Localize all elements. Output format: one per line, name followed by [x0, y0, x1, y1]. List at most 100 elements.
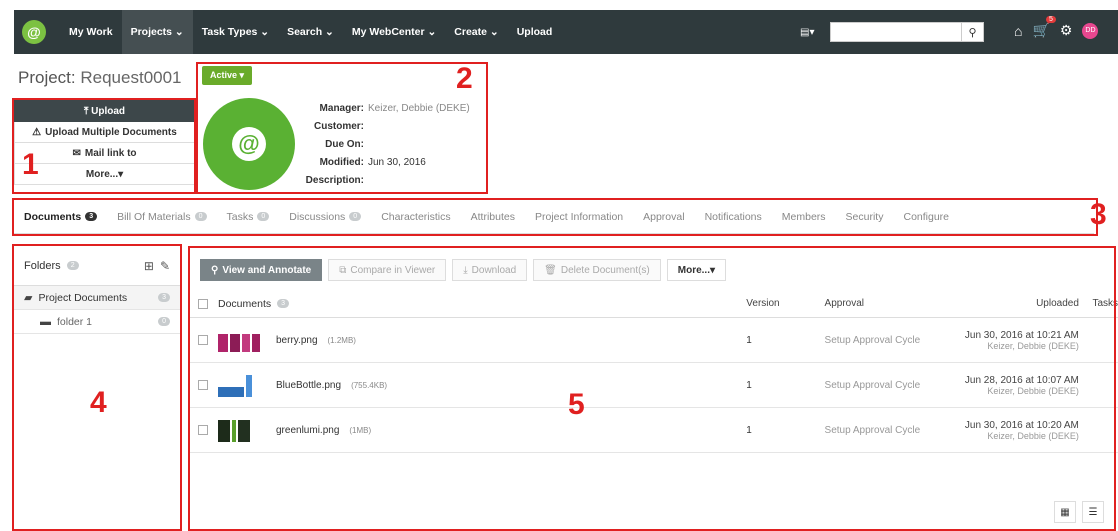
document-thumbnail[interactable] [218, 373, 262, 397]
search-button[interactable]: ⚲ [962, 22, 984, 42]
document-version: 1 [746, 379, 752, 391]
document-size: (1.2MB) [327, 335, 356, 345]
uploaded-by: Keizer, Debbie (DEKE) [987, 430, 1079, 441]
download-label: Download [471, 264, 517, 276]
tab-configure[interactable]: Configure [903, 211, 949, 223]
search-type-dropdown[interactable]: ▤▾ [800, 22, 830, 42]
new-folder-icon[interactable]: ⊞ [144, 259, 154, 273]
tab-security[interactable]: Security [846, 211, 884, 223]
home-icon[interactable]: ⌂ [1014, 23, 1022, 39]
tab-notifications[interactable]: Notifications [705, 211, 762, 223]
nav-projects[interactable]: Projects ⌄ [121, 10, 193, 54]
folder-folder-1[interactable]: ▬ folder 1 0 [14, 310, 180, 334]
manager-label: Manager: [319, 103, 364, 114]
tab-discussions[interactable]: Discussions 0 [289, 211, 362, 223]
documents-header[interactable]: Documents [218, 298, 271, 310]
tab-project-information[interactable]: Project Information [535, 211, 623, 223]
compare-label: Compare in Viewer [350, 264, 436, 276]
tab-characteristics[interactable]: Characteristics [381, 211, 450, 223]
tasks-header[interactable]: Tasks [1079, 298, 1118, 309]
wrench-icon[interactable]: ✎ [160, 259, 170, 273]
more-button[interactable]: More...▾ [666, 259, 727, 281]
setup-approval-link[interactable]: Setup Approval Cycle [825, 335, 933, 346]
status-dropdown[interactable]: Active ▾ [202, 66, 253, 85]
page-title: Project: Request0001 [18, 68, 182, 88]
tab-bill-of-materials[interactable]: Bill Of Materials 0 [117, 210, 207, 223]
tab-tasks[interactable]: Tasks 0 [227, 211, 270, 223]
approval-header[interactable]: Approval [825, 298, 933, 309]
upload-multiple-button[interactable]: ⚠ Upload Multiple Documents [14, 122, 195, 143]
nav-search[interactable]: Search ⌄ [278, 10, 343, 54]
tab-documents[interactable]: Documents 3 [24, 210, 98, 223]
more-actions-button[interactable]: More...▾ [14, 164, 195, 185]
nav-my-webcenter[interactable]: My WebCenter ⌄ [343, 10, 445, 54]
row-checkbox[interactable] [198, 425, 208, 435]
setup-approval-link[interactable]: Setup Approval Cycle [825, 425, 933, 436]
upload-button[interactable]: ⤒ Upload [14, 100, 195, 122]
folder-count: 3 [158, 293, 170, 302]
setup-approval-link[interactable]: Setup Approval Cycle [825, 380, 933, 391]
table-row[interactable]: berry.png (1.2MB) 1 Setup Approval Cycle… [190, 318, 1118, 363]
folder-icon: ▬ [40, 315, 51, 328]
view-annotate-button[interactable]: ⚲ View and Annotate [200, 259, 323, 281]
folder-count: 0 [158, 317, 170, 326]
folder-open-icon: ▰ [24, 292, 33, 304]
gear-icon[interactable]: ⚙ [1060, 22, 1073, 39]
nav-my-work[interactable]: My Work [60, 10, 122, 54]
document-version: 1 [746, 424, 752, 436]
compare-icon: ⧉ [339, 264, 347, 276]
view-annotate-label: View and Annotate [222, 264, 312, 276]
nav-task-types[interactable]: Task Types ⌄ [193, 10, 278, 54]
tab-badge: 0 [194, 212, 207, 221]
document-size: (755.4KB) [351, 380, 388, 390]
row-checkbox[interactable] [198, 380, 208, 390]
document-name[interactable]: greenlumi.png [276, 425, 339, 436]
tab-approval[interactable]: Approval [643, 211, 684, 223]
search-input[interactable] [830, 22, 962, 42]
folder-name: folder 1 [57, 315, 93, 328]
table-row[interactable]: BlueBottle.png (755.4KB) 1 Setup Approva… [190, 363, 1118, 408]
delete-documents-button[interactable]: 🗑 Delete Document(s) [533, 259, 661, 281]
folders-count-badge: 2 [66, 261, 79, 270]
annotation-number-2: 2 [456, 62, 473, 95]
tab-label: Bill Of Materials [117, 210, 191, 223]
grid-view-icon[interactable]: ▦ [1054, 501, 1076, 523]
app-logo-icon[interactable]: @ [22, 20, 46, 44]
modified-label: Modified: [319, 157, 364, 168]
document-thumbnail[interactable] [218, 328, 262, 352]
project-actions: ⤒ Upload ⚠ Upload Multiple Documents ✉ M… [14, 100, 195, 185]
compare-viewer-button[interactable]: ⧉ Compare in Viewer [328, 259, 447, 281]
download-button[interactable]: ⤓ Download [452, 259, 528, 281]
uploaded-by: Keizer, Debbie (DEKE) [987, 385, 1079, 396]
uploaded-header[interactable]: Uploaded [932, 298, 1079, 309]
folders-title: Folders [24, 259, 61, 272]
tab-members[interactable]: Members [782, 211, 826, 223]
documents-toolbar: ⚲ View and Annotate ⧉ Compare in Viewer ⤓ D… [190, 250, 1118, 290]
mail-link-button[interactable]: ✉ Mail link to [14, 143, 195, 164]
nav-upload[interactable]: Upload [508, 10, 562, 54]
delete-label: Delete Document(s) [560, 264, 650, 276]
list-view-icon[interactable]: ☰ [1082, 501, 1104, 523]
upload-multiple-label: Upload Multiple Documents [45, 126, 177, 138]
project-logo-icon: @ [232, 127, 266, 161]
select-all-checkbox[interactable] [198, 298, 208, 309]
mail-link-label: Mail link to [84, 147, 137, 159]
annotation-number-3: 3 [1090, 198, 1107, 231]
tab-label: Documents [24, 210, 82, 223]
annotation-number-4: 4 [90, 386, 107, 419]
table-row[interactable]: greenlumi.png (1MB) 1 Setup Approval Cyc… [190, 408, 1118, 453]
project-tabs: Documents 3 Bill Of Materials 0 Tasks 0 Dis… [14, 200, 1094, 234]
version-header[interactable]: Version [746, 298, 824, 309]
download-icon: ⤓ [463, 264, 468, 276]
tab-attributes[interactable]: Attributes [471, 211, 515, 223]
cart-icon[interactable]: 🛒 5 [1032, 16, 1056, 39]
document-name[interactable]: berry.png [276, 335, 318, 346]
manager-value[interactable]: Keizer, Debbie (DEKE) [368, 100, 470, 118]
nav-create[interactable]: Create ⌄ [445, 10, 507, 54]
avatar[interactable]: DD [1082, 22, 1099, 39]
document-name[interactable]: BlueBottle.png [276, 380, 341, 391]
document-thumbnail[interactable] [218, 418, 262, 442]
row-checkbox[interactable] [198, 335, 208, 345]
folder-project-documents[interactable]: ▰ Project Documents 3 [14, 286, 180, 310]
search-icon: ⚲ [211, 264, 219, 276]
